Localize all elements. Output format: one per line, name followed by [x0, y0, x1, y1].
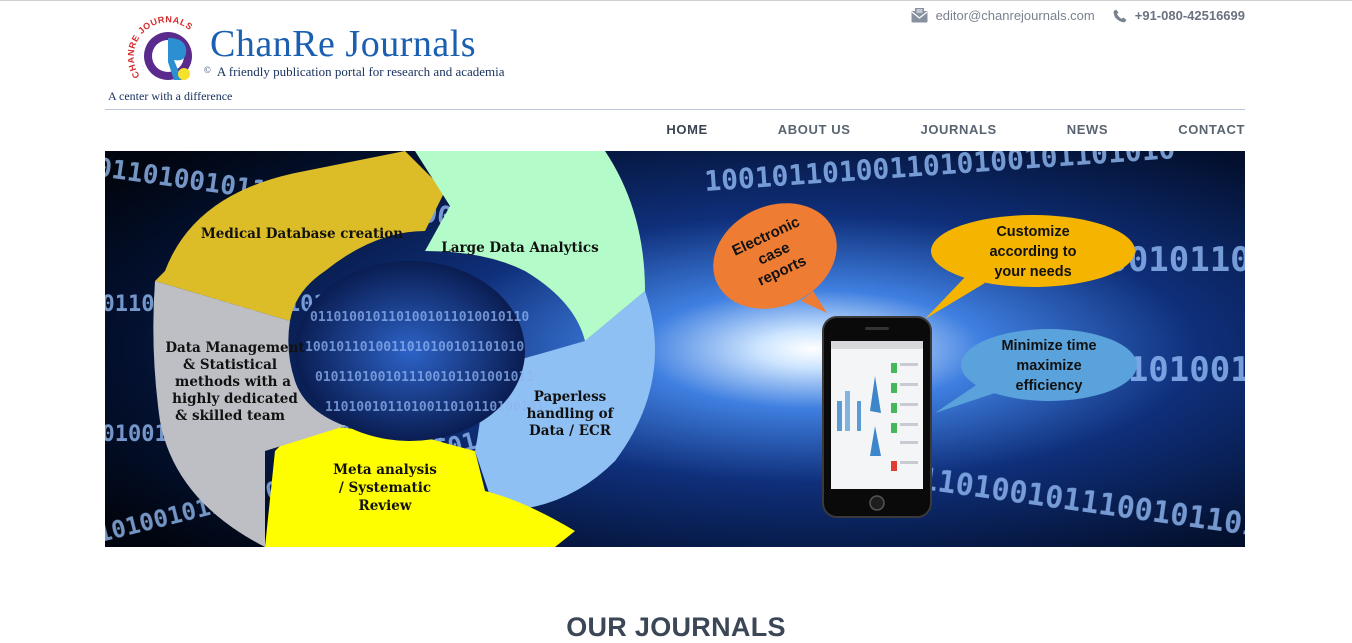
bubble-minimize-3: efficiency [1016, 378, 1083, 394]
hero-illustration: 0110100101101001011010010110 10010110100… [105, 151, 1245, 547]
label-data-analytics: Large Data Analytics [441, 240, 599, 256]
bubble-customize-1: Customize [996, 224, 1069, 240]
contact-bar: editor@chanrejournals.com +91-080-425166… [911, 8, 1245, 23]
label-medical-database: Medical Database creation [201, 226, 403, 242]
label-meta-1: Meta analysis [333, 462, 437, 478]
label-management-1: Data Management [165, 340, 305, 356]
bubble-minimize-2: maximize [1016, 358, 1081, 374]
label-meta-2: / Systematic [339, 480, 431, 496]
label-management-2: & Statistical [183, 357, 277, 373]
brand-name: ChanRe Journals [210, 23, 477, 65]
label-meta-3: Review [359, 498, 412, 514]
nav-contact[interactable]: CONTACT [1178, 122, 1245, 137]
nav-news[interactable]: NEWS [1067, 122, 1108, 137]
phone-contact[interactable]: +91-080-42516699 [1113, 8, 1245, 23]
header-divider [105, 109, 1245, 110]
motto: A center with a difference [108, 89, 233, 103]
center-binary-4: 1101001011010011010110100101 [325, 400, 544, 415]
center-binary-3: 0101101001011100101101001011 [315, 370, 534, 385]
label-management-3: methods with a [175, 374, 291, 390]
phone-icon [1113, 9, 1127, 22]
nav-about-us[interactable]: ABOUT US [778, 122, 851, 137]
label-management-4: highly dedicated [172, 391, 298, 407]
smartphone-illustration [822, 316, 932, 518]
center-binary-1: 0110100101101001011010010110 [310, 310, 529, 325]
hero-banner: 0110100101101001011010010110 10010110100… [105, 151, 1245, 547]
label-paperless-1: Paperless [534, 389, 607, 405]
label-paperless-3: Data / ECR [529, 423, 612, 439]
label-paperless-2: handling of [527, 406, 615, 422]
email-text[interactable]: editor@chanrejournals.com [936, 8, 1095, 23]
section-title-our-journals: OUR JOURNALS [566, 612, 786, 643]
nav-journals[interactable]: JOURNALS [920, 122, 996, 137]
tagline: © A friendly publication portal for resea… [204, 64, 505, 80]
site-logo[interactable]: CHANRE JOURNALS ChanRe Journals © A frien… [108, 12, 548, 104]
phone-text[interactable]: +91-080-42516699 [1135, 8, 1245, 23]
top-border [0, 0, 1352, 1]
tagline-text: A friendly publication portal for resear… [216, 64, 505, 79]
email-contact[interactable]: editor@chanrejournals.com [911, 8, 1095, 23]
label-management-5: & skilled team [175, 408, 285, 424]
nav-home[interactable]: HOME [666, 122, 707, 137]
bubble-minimize-1: Minimize time [1001, 338, 1096, 354]
center-binary-2: 1001011010011010100101101010 [305, 340, 524, 355]
envelope-icon [911, 8, 928, 23]
chanre-logo-icon: CHANRE JOURNALS [128, 14, 194, 80]
bubble-customize-3: your needs [994, 264, 1071, 280]
bubble-customize-2: according to [989, 244, 1076, 260]
copyright-mark: © [204, 65, 211, 75]
main-nav: HOME ABOUT US JOURNALS NEWS CONTACT [596, 122, 1245, 137]
